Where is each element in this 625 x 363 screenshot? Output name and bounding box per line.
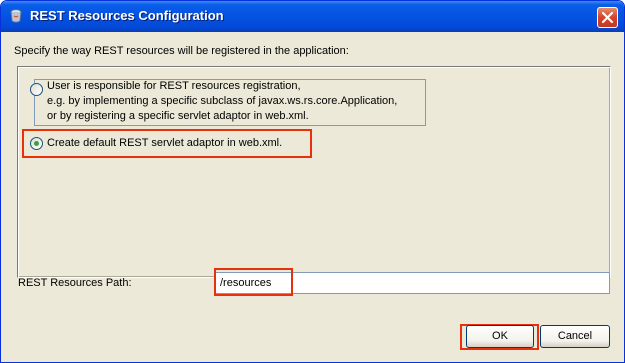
option-user-responsible-line2[interactable]: e.g. by implementing a specific subclass… <box>47 94 397 109</box>
radio-selected-dot <box>34 141 39 146</box>
rest-path-label: REST Resources Path: <box>18 277 132 289</box>
title-bar[interactable]: REST Resources Configuration <box>1 1 624 32</box>
window-title: REST Resources Configuration <box>30 8 224 23</box>
instruction-text: Specify the way REST resources will be r… <box>14 45 349 57</box>
highlight-path-box <box>214 268 293 296</box>
option-user-responsible-line3[interactable]: or by registering a specific servlet ada… <box>47 109 309 124</box>
close-button[interactable] <box>597 7 618 28</box>
radio-default-adaptor[interactable] <box>30 137 43 150</box>
cancel-button[interactable]: Cancel <box>540 325 610 348</box>
java-cup-icon <box>10 9 22 23</box>
dialog-window: REST Resources Configuration Specify the… <box>0 0 625 363</box>
close-icon <box>601 11 614 24</box>
ok-button[interactable]: OK <box>466 325 534 348</box>
option-user-responsible-line1[interactable]: User is responsible for REST resources r… <box>47 79 301 94</box>
option-default-adaptor-label[interactable]: Create default REST servlet adaptor in w… <box>47 136 282 151</box>
dialog-body: Specify the way REST resources will be r… <box>4 32 621 359</box>
radio-user-responsible[interactable] <box>30 83 43 96</box>
